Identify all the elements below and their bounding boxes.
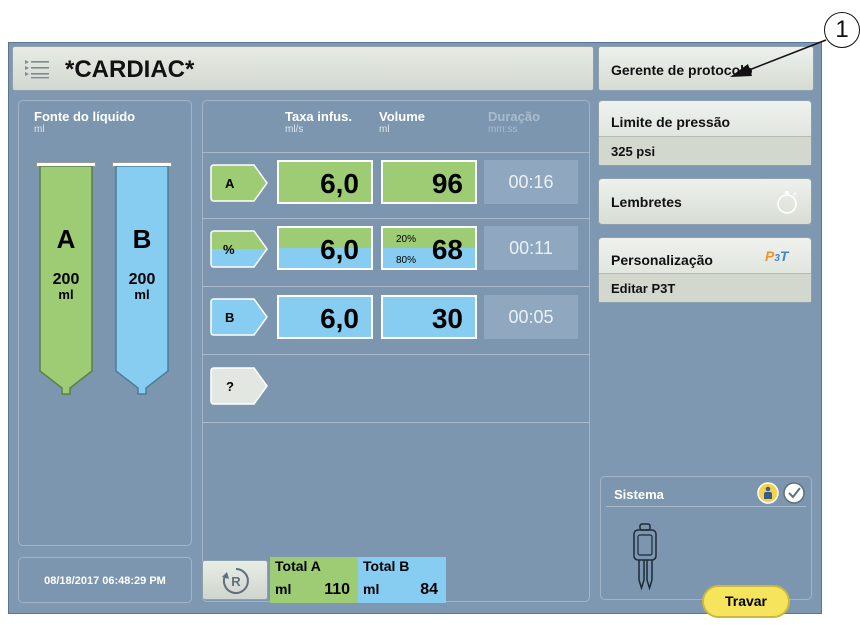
protocol-header[interactable]: *CARDIAC* (12, 46, 594, 91)
bottle-a-letter: A (56, 224, 76, 254)
bottle-b-letter: B (132, 224, 152, 254)
injector-head-icon (633, 523, 657, 591)
reset-button[interactable]: R (202, 560, 268, 600)
row-divider (202, 354, 590, 355)
customization-sub-area: Editar P3T (599, 273, 811, 302)
duration-column-unit: mm:ss (488, 124, 518, 135)
row-divider (202, 152, 590, 153)
total-b-box: Total B ml 84 (358, 557, 446, 603)
reminders-label: Lembretes (611, 194, 682, 210)
total-a-value: 110 (324, 581, 350, 598)
reset-icon-letter: R (231, 574, 241, 589)
stopwatch-icon (777, 191, 797, 214)
phase-a-rate[interactable]: 6,0 (277, 160, 373, 204)
phase-b-volume[interactable]: 30 (381, 295, 477, 339)
total-a-unit: ml (275, 581, 292, 597)
add-phase-tab[interactable] (210, 367, 268, 405)
pressure-limit-value: 325 psi (611, 144, 656, 159)
volume-column-unit: ml (379, 124, 390, 135)
phase-a-volume[interactable]: 96 (381, 160, 477, 204)
percent-contrast: 20% (396, 234, 417, 245)
system-title: Sistema (614, 487, 664, 502)
phase-a-duration: 00:16 (484, 160, 578, 204)
total-a-box: Total A ml 110 (270, 557, 358, 603)
fluid-source-title: Fonte do líquido (34, 109, 136, 124)
person-status-icon[interactable] (756, 482, 780, 504)
phase-b-tab[interactable] (210, 298, 268, 336)
total-a-label: Total A (275, 558, 321, 574)
bottle-b-volume: 200 (128, 271, 156, 288)
phase-percent-tab[interactable] (210, 230, 268, 268)
add-phase-label: ? (226, 379, 234, 394)
check-status-icon[interactable] (782, 482, 806, 504)
total-b-unit: ml (363, 581, 380, 597)
customization-label: Personalização (611, 252, 713, 268)
bottle-a-unit: ml (58, 287, 74, 302)
phase-a-label: A (225, 176, 235, 191)
reminders-button[interactable]: Lembretes (598, 178, 812, 225)
volume-column-header: Volume (379, 109, 425, 124)
reset-icon: R (222, 568, 249, 594)
phase-percent-volume-value: 68 (431, 234, 463, 265)
fluid-source-unit: ml (34, 124, 45, 135)
rate-column-unit: ml/s (285, 124, 304, 135)
protocol-title: *CARDIAC* (65, 56, 195, 83)
protocol-manager-button[interactable]: Gerente de protocolo (598, 46, 814, 91)
phase-b-rate[interactable]: 6,0 (277, 295, 373, 339)
phase-b-duration: 00:05 (484, 295, 578, 339)
duration-column-header: Duração (488, 109, 541, 124)
edit-p3t-label: Editar P3T (611, 281, 676, 296)
total-b-label: Total B (363, 558, 410, 574)
p3t-logo-icon: P3T (765, 248, 789, 264)
callout-number: 1 (824, 12, 860, 48)
phase-a-tab[interactable] (210, 164, 268, 202)
bottle-b-unit: ml (134, 287, 150, 302)
customization-button[interactable]: Personalização P3T Editar P3T (598, 237, 812, 303)
system-divider (606, 506, 806, 507)
row-divider (202, 422, 590, 423)
total-b-value: 84 (420, 581, 438, 598)
bottle-a-volume: 200 (52, 271, 80, 288)
phase-percent-label: % (223, 242, 235, 257)
pressure-limit-value-area: 325 psi (599, 136, 811, 165)
lock-button[interactable]: Travar (702, 585, 790, 618)
phase-percent-rate[interactable]: 6,0 (277, 226, 373, 270)
list-menu-icon[interactable] (25, 59, 49, 79)
phase-percent-duration: 00:11 (484, 226, 578, 270)
phase-b-label: B (225, 310, 235, 325)
row-divider (202, 218, 590, 219)
row-divider (202, 286, 590, 287)
datetime-display: 08/18/2017 06:48:29 PM (18, 557, 192, 603)
rate-column-header: Taxa infus. (285, 109, 352, 124)
pressure-limit-button[interactable]: Limite de pressão 325 psi (598, 100, 812, 166)
percent-saline: 80% (396, 255, 417, 266)
pressure-limit-label: Limite de pressão (611, 114, 731, 130)
